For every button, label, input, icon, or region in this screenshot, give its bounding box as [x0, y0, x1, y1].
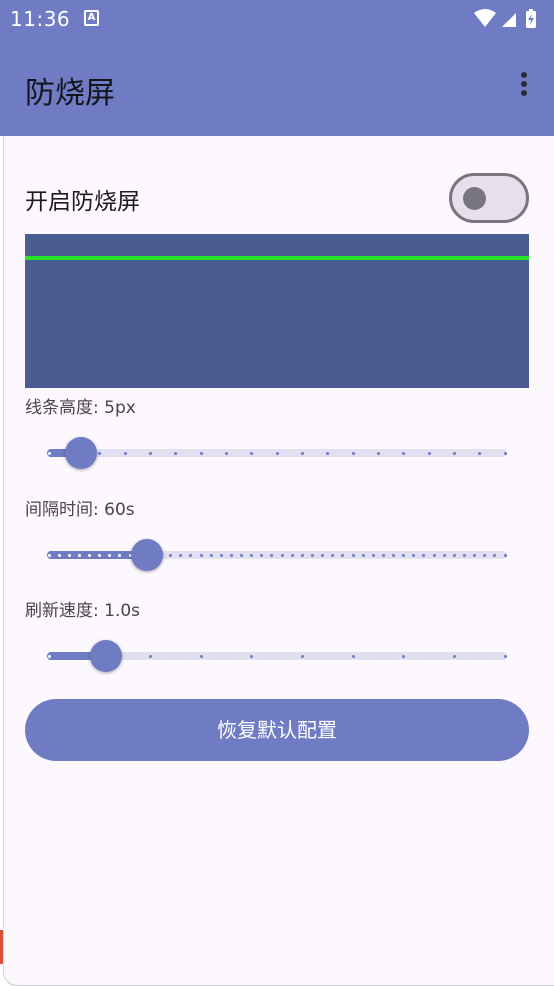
- slider-tick: [478, 451, 482, 455]
- signal-icon: [502, 13, 516, 27]
- slider-tick: [118, 553, 122, 557]
- line-height-slider[interactable]: [47, 433, 507, 473]
- app-bar: 防烧屏: [0, 38, 554, 136]
- slider-tick: [174, 451, 178, 455]
- slider-tick: [108, 553, 112, 557]
- status-bar: 11:36 A: [0, 0, 554, 38]
- slider-tick: [98, 553, 102, 557]
- slider-tick: [402, 451, 406, 455]
- slider-tick: [280, 553, 284, 557]
- slider-tick: [442, 553, 446, 557]
- status-time: 11:36: [10, 7, 71, 31]
- slider-tick: [57, 553, 61, 557]
- slider-tick: [483, 553, 487, 557]
- slider-tick: [412, 553, 416, 557]
- slider-tick: [381, 553, 385, 557]
- preview-line: [25, 256, 529, 260]
- burn-in-switch[interactable]: [449, 173, 529, 223]
- slider-tick: [250, 451, 254, 455]
- slider-tick: [376, 451, 380, 455]
- slider-tick: [427, 451, 431, 455]
- slider-tick: [98, 451, 102, 455]
- slider-tick: [275, 451, 279, 455]
- slider-tick: [351, 451, 355, 455]
- slider-tick: [361, 553, 365, 557]
- slider-tick: [224, 451, 228, 455]
- slider-tick: [300, 451, 304, 455]
- slider-tick: [341, 553, 345, 557]
- slider-tick: [47, 553, 51, 557]
- slider-tick: [260, 553, 264, 557]
- slider-tick: [199, 553, 203, 557]
- slider-tick: [310, 553, 314, 557]
- slider-tick: [199, 451, 203, 455]
- line-preview: [25, 234, 529, 388]
- interval-slider[interactable]: [47, 535, 507, 575]
- slider-tick: [473, 553, 477, 557]
- slider-tick: [503, 654, 507, 658]
- page-title: 防烧屏: [25, 76, 115, 111]
- slider-tick: [77, 553, 81, 557]
- notification-icon: A: [84, 10, 99, 26]
- slider-tick: [326, 451, 330, 455]
- slider-tick: [452, 553, 456, 557]
- slider-thumb[interactable]: [131, 539, 163, 571]
- slider-tick: [169, 553, 173, 557]
- slider-tick: [148, 654, 152, 658]
- slider-tick: [321, 553, 325, 557]
- slider-thumb[interactable]: [90, 640, 123, 672]
- slider-tick: [219, 553, 223, 557]
- slider-ticks: [47, 535, 507, 575]
- slider-tick: [47, 451, 51, 455]
- slider-tick: [432, 553, 436, 557]
- slider-tick: [290, 553, 294, 557]
- slider-tick: [270, 553, 274, 557]
- slider-tick: [462, 553, 466, 557]
- wifi-icon: [474, 9, 496, 27]
- slider-tick: [148, 451, 152, 455]
- switch-thumb: [463, 187, 486, 210]
- reset-defaults-button[interactable]: 恢复默认配置: [25, 699, 529, 761]
- slider-tick: [402, 553, 406, 557]
- slider-tick: [351, 654, 355, 658]
- slider-tick: [240, 553, 244, 557]
- slider-tick: [402, 654, 406, 658]
- status-icons: [474, 9, 536, 28]
- slider-tick: [250, 553, 254, 557]
- slider-tick: [503, 451, 507, 455]
- refresh-speed-slider[interactable]: [47, 636, 507, 676]
- slider-tick: [250, 654, 254, 658]
- slider-tick: [229, 553, 233, 557]
- slider-tick: [452, 654, 456, 658]
- slider-tick: [179, 553, 183, 557]
- slider-tick: [300, 654, 304, 658]
- line-height-label: 线条高度: 5px: [25, 398, 136, 418]
- slider-tick: [199, 654, 203, 658]
- slider-tick: [392, 553, 396, 557]
- slider-tick: [300, 553, 304, 557]
- slider-tick: [422, 553, 426, 557]
- battery-charging-icon: [526, 9, 536, 28]
- burn-in-toggle-label: 开启防烧屏: [25, 189, 140, 215]
- slider-tick: [503, 553, 507, 557]
- slider-ticks: [47, 433, 507, 473]
- slider-tick: [371, 553, 375, 557]
- slider-tick: [123, 451, 127, 455]
- slider-tick: [452, 451, 456, 455]
- slider-tick: [351, 553, 355, 557]
- slider-tick: [47, 654, 51, 658]
- slider-thumb[interactable]: [64, 437, 97, 469]
- slider-tick: [331, 553, 335, 557]
- slider-tick: [209, 553, 213, 557]
- slider-tick: [88, 553, 92, 557]
- slider-tick: [189, 553, 193, 557]
- slider-tick: [493, 553, 497, 557]
- interval-label: 间隔时间: 60s: [25, 500, 135, 520]
- more-vert-icon[interactable]: [518, 72, 530, 102]
- refresh-speed-label: 刷新速度: 1.0s: [25, 601, 141, 621]
- slider-tick: [67, 553, 71, 557]
